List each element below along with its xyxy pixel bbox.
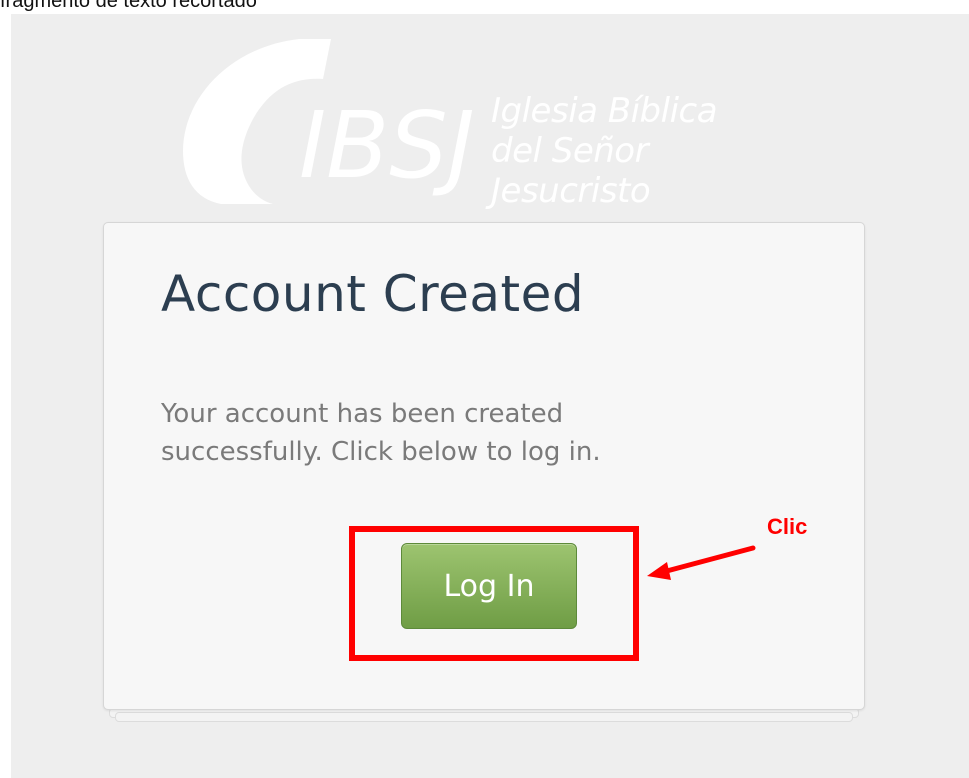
- annotation-label: Clic: [767, 514, 808, 539]
- ibsj-logo: IBSJ Iglesia Bíblica del Señor Jesucrist…: [181, 39, 801, 211]
- logo-church-name: Iglesia Bíblica del Señor Jesucristo: [491, 91, 801, 211]
- cropped-text-fragment: fragmento de texto recortado: [0, 0, 257, 12]
- logo-name-line2: del Señor Jesucristo: [491, 131, 651, 211]
- card-title: Account Created: [161, 265, 585, 323]
- page-background: IBSJ Iglesia Bíblica del Señor Jesucrist…: [11, 14, 969, 778]
- highlight-box: [349, 526, 639, 661]
- annotation-arrow-icon: [647, 545, 756, 580]
- card-stack-shadow: [115, 712, 853, 722]
- logo-name-line1: Iglesia Bíblica: [491, 91, 718, 131]
- logo-abbrev: IBSJ: [299, 92, 475, 199]
- top-cropped-text: fragmento de texto recortado: [0, 0, 969, 14]
- success-message: Your account has been created successful…: [161, 399, 601, 467]
- ibsj-logo-mark: IBSJ: [183, 39, 475, 204]
